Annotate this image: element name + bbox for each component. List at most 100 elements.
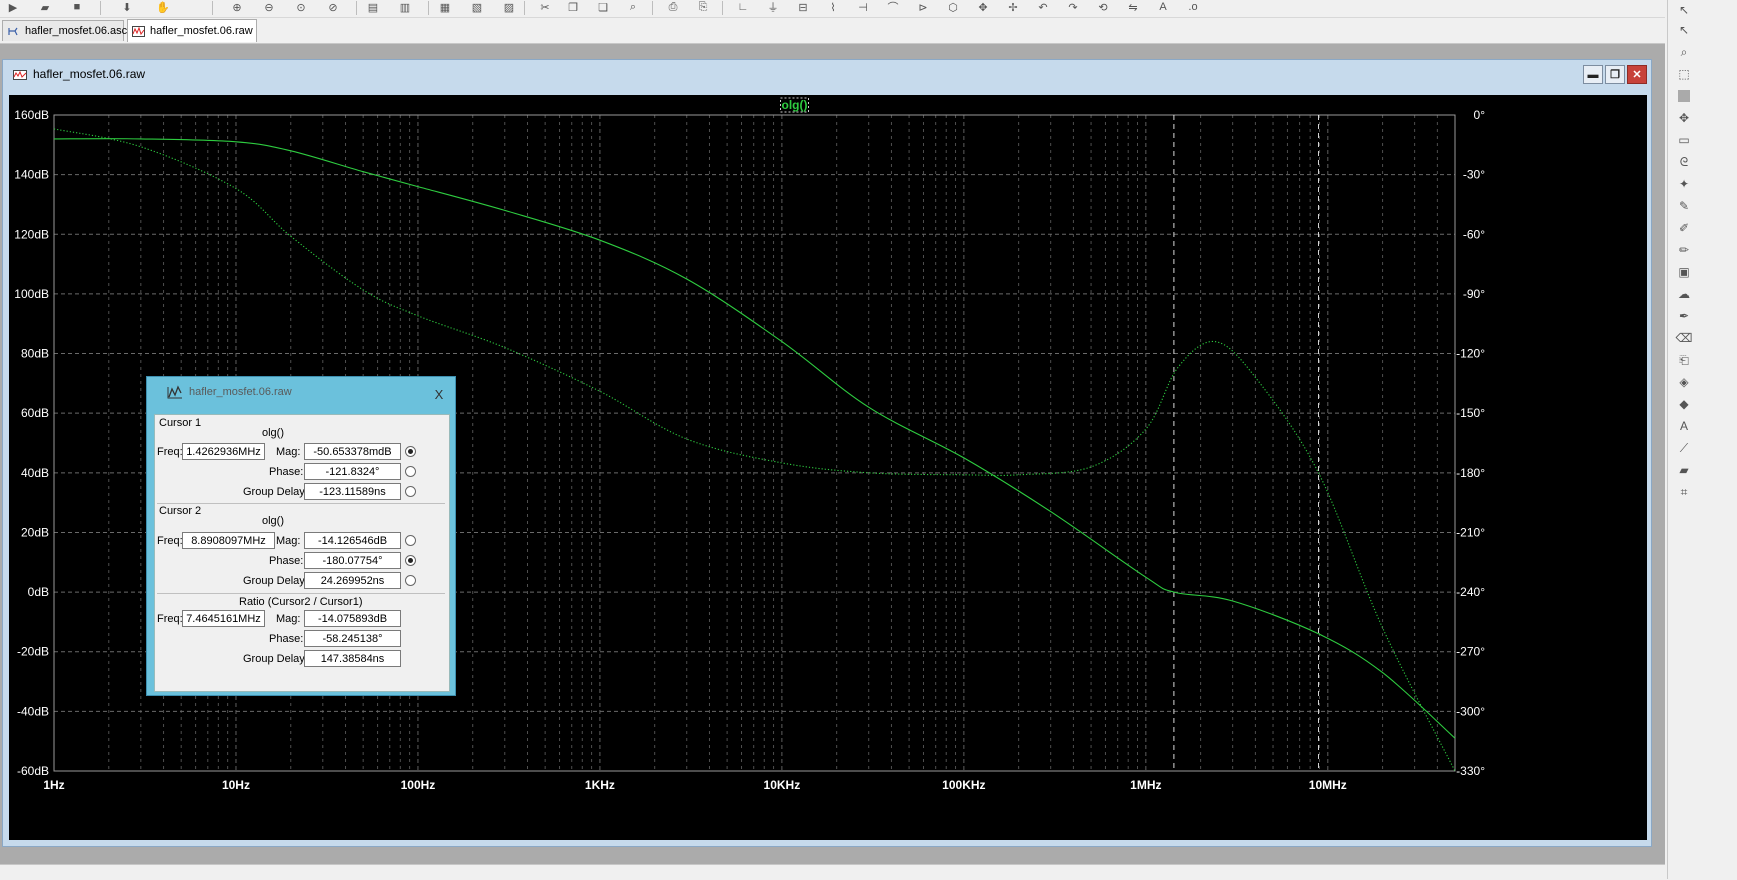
ruler-icon[interactable]: ◆ (1676, 396, 1692, 412)
ground-icon[interactable]: ⏚ (764, 0, 782, 14)
brush-icon[interactable]: ✐ (1676, 220, 1692, 236)
zoom-in-icon[interactable]: ⊕ (228, 0, 246, 14)
cursor1-gd-label: Group Delay: (243, 486, 308, 498)
capacitor-icon[interactable]: ⊣ (854, 0, 872, 14)
y-right-tick-label: -60° (1463, 227, 1485, 241)
cursor2-gd-radio[interactable] (405, 575, 416, 586)
close-button[interactable]: ✕ (1627, 65, 1647, 84)
ratio-gd-label: Group Delay: (243, 653, 308, 665)
crop-icon[interactable]: ⌗ (1676, 484, 1692, 500)
y-left-tick-label: 60dB (21, 406, 49, 420)
layer-icon[interactable]: ▣ (1676, 264, 1692, 280)
plot-window-title: hafler_mosfet.06.raw (13, 66, 145, 82)
cursor2-phase-label: Phase: (269, 555, 304, 567)
y-left-tick-label: 0dB (28, 585, 49, 599)
x-tick-label: 1KHz (585, 778, 615, 792)
cascade2-icon[interactable]: ▨ (500, 0, 518, 14)
move-icon[interactable]: ✥ (974, 0, 992, 14)
lasso-icon[interactable]: ᘓ (1676, 154, 1692, 170)
pen-icon[interactable]: ✒ (1676, 308, 1692, 324)
dialog-title: hafler_mosfet.06.raw (167, 385, 292, 399)
diode-icon[interactable]: ⊳ (914, 0, 932, 14)
text-tool-icon[interactable]: A (1676, 418, 1692, 434)
paste-icon[interactable]: ❏ (594, 0, 612, 14)
y-right-tick-label: 0° (1474, 108, 1486, 122)
print-icon[interactable]: ⎙ (664, 0, 682, 14)
shape-icon[interactable]: ▰ (1676, 462, 1692, 478)
cursor2-freq-field[interactable]: 8.8908097MHz (182, 532, 275, 549)
zoom-fit-icon[interactable]: ⊙ (292, 0, 310, 14)
smudge-icon[interactable]: ☁ (1676, 286, 1692, 302)
bucket-icon[interactable]: ◈ (1676, 374, 1692, 390)
move-cross-icon[interactable]: ✥ (1676, 110, 1692, 126)
cursor1-freq-field[interactable]: 1.4262936MHz (182, 443, 265, 460)
inductor-icon[interactable]: ⌒ (884, 0, 902, 14)
cascade-icon[interactable]: ▦ (436, 0, 454, 14)
cut-icon[interactable]: ✂ (536, 0, 554, 14)
ratio-phase-label: Phase: (269, 633, 304, 645)
eyedropper-icon[interactable]: ⟋ (1676, 440, 1692, 456)
marker-icon[interactable]: ✏ (1676, 242, 1692, 258)
stamp-icon[interactable]: ⎗ (1676, 352, 1692, 368)
select-icon[interactable]: ⬚ (1676, 66, 1692, 82)
dialog-close-button[interactable]: X (431, 386, 447, 402)
probe-icon[interactable]: ⬇ (118, 0, 136, 14)
close-all-icon[interactable]: ▧ (468, 0, 486, 14)
cursor2-phase-field[interactable]: -180.07754° (304, 552, 401, 569)
cursor1-mag-field[interactable]: -50.653378mdB (304, 443, 401, 460)
zoom-cancel-icon[interactable]: ⊘ (324, 0, 342, 14)
cursor1-gd-radio[interactable] (405, 486, 416, 497)
label-icon[interactable]: ⊟ (794, 0, 812, 14)
undo-icon[interactable]: ↶ (1034, 0, 1052, 14)
find-icon[interactable]: ⌕ (624, 0, 642, 14)
pencil-icon[interactable]: ✎ (1676, 198, 1692, 214)
cursor1-phase-radio[interactable] (405, 466, 416, 477)
redo-icon[interactable]: ↷ (1064, 0, 1082, 14)
drag-icon[interactable]: ✢ (1004, 0, 1022, 14)
tile-vertical-icon[interactable]: ▥ (396, 0, 414, 14)
mirror-icon[interactable]: ⇋ (1124, 0, 1142, 14)
waveform-pin-icon (167, 385, 183, 399)
minimize-button[interactable]: ▬ (1583, 65, 1603, 84)
cursor-icon[interactable]: ↖ (1676, 2, 1692, 18)
tab-waveform[interactable]: hafler_mosfet.06.raw (127, 19, 257, 42)
component-icon[interactable]: ⬡ (944, 0, 962, 14)
copy-icon[interactable]: ❐ (564, 0, 582, 14)
tab-schematic[interactable]: hafler_mosfet.06.asc (2, 20, 127, 41)
ratio-phase-field[interactable]: -58.245138° (304, 630, 401, 647)
text-icon[interactable]: A (1154, 0, 1172, 14)
y-left-tick-label: -40dB (17, 704, 49, 718)
zoom-out-icon[interactable]: ⊖ (260, 0, 278, 14)
ratio-freq-field[interactable]: 7.4645161MHz (182, 610, 265, 627)
cursor1-gd-field[interactable]: -123.11589ns (304, 483, 401, 500)
cursor2-mag-radio[interactable] (405, 535, 416, 546)
run-icon[interactable]: ▶ (4, 0, 22, 14)
cursor2-mag-field[interactable]: -14.126546dB (304, 532, 401, 549)
spice-directive-icon[interactable]: .o (1184, 0, 1202, 14)
open-folder-icon[interactable]: ▰ (36, 0, 54, 14)
tile-horizontal-icon[interactable]: ▤ (364, 0, 382, 14)
print-preview-icon[interactable]: ⎘ (694, 0, 712, 14)
fill-square-icon[interactable] (1676, 88, 1692, 104)
cursor2-phase-radio[interactable] (405, 555, 416, 566)
eraser-icon[interactable]: ⌫ (1676, 330, 1693, 346)
y-left-tick-label: -20dB (17, 645, 49, 659)
magnifier-icon[interactable]: ⌕ (1676, 44, 1692, 60)
y-right-tick-label: -150° (1456, 406, 1485, 420)
pointer-icon[interactable]: ↖ (1676, 22, 1692, 38)
wand-icon[interactable]: ✦ (1676, 176, 1692, 192)
ratio-mag-field[interactable]: -14.075893dB (304, 610, 401, 627)
dialog-title-text: hafler_mosfet.06.raw (189, 386, 292, 398)
x-tick-label: 100Hz (401, 778, 436, 792)
wire-icon[interactable]: ∟ (734, 0, 752, 14)
cursor2-gd-field[interactable]: 24.269952ns (304, 572, 401, 589)
ratio-gd-field[interactable]: 147.38584ns (304, 650, 401, 667)
rect-select-icon[interactable]: ▭ (1676, 132, 1692, 148)
resistor-icon[interactable]: ⌇ (824, 0, 842, 14)
rotate-icon[interactable]: ⟲ (1094, 0, 1112, 14)
maximize-button[interactable]: ❐ (1605, 65, 1625, 84)
cursor1-mag-radio[interactable] (405, 446, 416, 457)
cursor1-phase-field[interactable]: -121.8324° (304, 463, 401, 480)
save-icon[interactable]: ■ (68, 0, 86, 14)
pan-hand-icon[interactable]: ✋ (154, 0, 172, 14)
